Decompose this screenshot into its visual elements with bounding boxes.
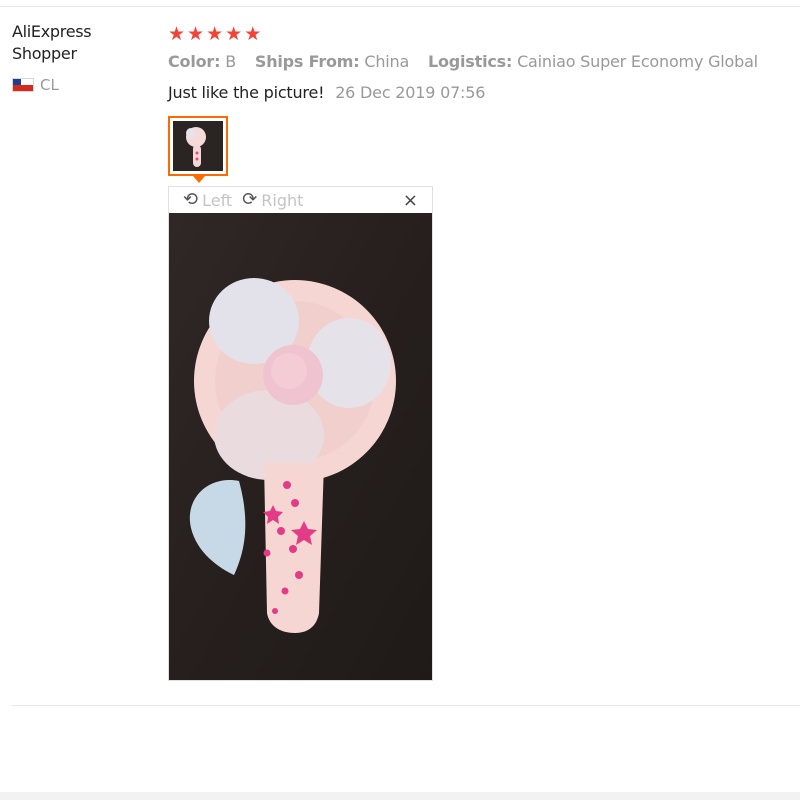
- feedback-text: Just like the picture!: [168, 83, 325, 102]
- color-value: B: [225, 52, 236, 71]
- star-icon: ★: [225, 23, 243, 45]
- order-attributes: Color: B Ships From: China Logistics: Ca…: [168, 51, 758, 73]
- photo-viewer-toolbar: ⟲ Left ⟳ Right ×: [169, 187, 432, 213]
- flag-cl-icon: [12, 78, 34, 92]
- star-icon: ★: [244, 23, 262, 45]
- rotate-right-button[interactable]: ⟳ Right: [242, 191, 303, 210]
- ships-from-label: Ships From:: [254, 52, 360, 71]
- close-icon[interactable]: ×: [403, 190, 418, 211]
- top-divider: [0, 6, 800, 7]
- rotate-left-icon: ⟲: [183, 189, 199, 210]
- bottom-band: [0, 792, 800, 800]
- star-icon: ★: [168, 23, 186, 45]
- review-date: 26 Dec 2019 07:56: [335, 83, 486, 102]
- rating-stars: ★ ★ ★ ★ ★: [168, 24, 261, 44]
- star-icon: ★: [187, 23, 205, 45]
- color-label: Color:: [168, 52, 221, 71]
- rotate-right-icon: ⟳: [242, 189, 258, 210]
- reviewer-name: AliExpress Shopper: [12, 22, 92, 63]
- review-photo-thumbnail[interactable]: [168, 116, 228, 176]
- star-icon: ★: [206, 23, 224, 45]
- country-code: CL: [40, 76, 59, 94]
- logistics-value: Cainiao Super Economy Global: [517, 52, 758, 71]
- thumbnail-caret: [193, 176, 205, 183]
- review-photo: [169, 213, 432, 680]
- bottom-divider: [12, 705, 800, 706]
- rotate-left-button[interactable]: ⟲ Left: [183, 191, 232, 210]
- logistics-label: Logistics:: [427, 52, 513, 71]
- ships-from-value: China: [364, 52, 410, 71]
- rotate-right-label: Right: [261, 190, 304, 210]
- reviewer-country: CL: [12, 76, 59, 94]
- rotate-left-label: Left: [202, 190, 233, 210]
- review-feedback: Just like the picture! 26 Dec 2019 07:56: [168, 82, 485, 104]
- photo-viewer: ⟲ Left ⟳ Right ×: [168, 186, 433, 681]
